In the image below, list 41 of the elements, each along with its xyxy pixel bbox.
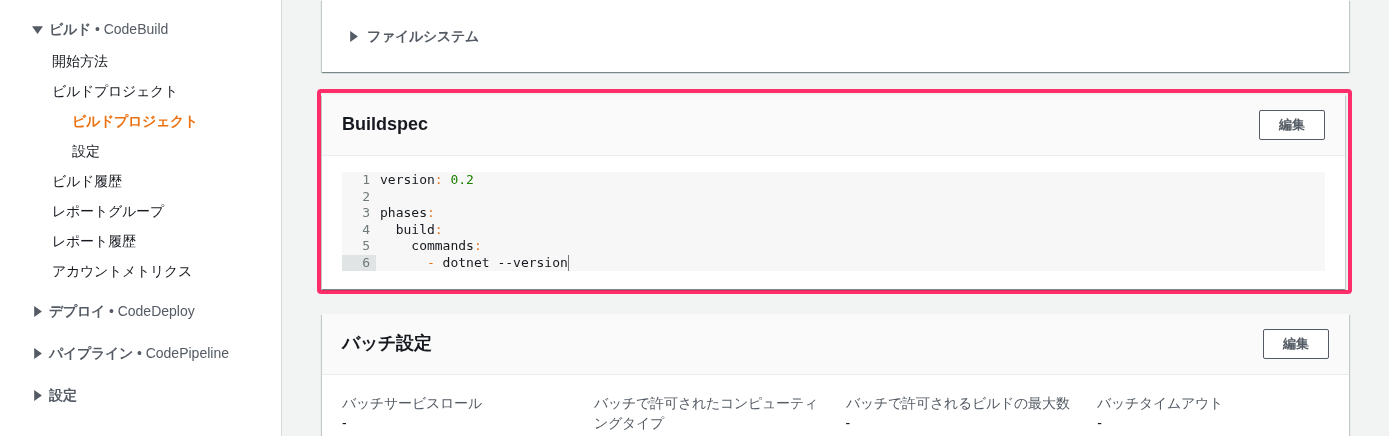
- section-toggle[interactable]: ファイルシステム: [367, 25, 479, 47]
- nav-link[interactable]: ビルドプロジェクト: [32, 76, 178, 106]
- line-number: 4: [361, 221, 371, 238]
- nav-section-title[interactable]: ビルド • CodeBuild: [49, 18, 169, 40]
- nav-section-title[interactable]: デプロイ • CodeDeploy: [49, 300, 195, 322]
- edit-button[interactable]: 編集: [1259, 110, 1325, 140]
- field-label: バッチで許可されたコンピューティングタイプ: [593, 394, 819, 433]
- field-label: バッチタイムアウト: [1097, 394, 1225, 413]
- field-label: バッチサービスロール: [342, 394, 483, 413]
- panel-title: バッチ設定: [342, 333, 432, 355]
- nav-link[interactable]: アカウントメトリクス: [32, 256, 192, 286]
- caret-down-icon[interactable]: [32, 23, 43, 35]
- code-line: version: 0.2: [380, 172, 474, 189]
- nav-link[interactable]: 開始方法: [32, 46, 108, 76]
- edit-button[interactable]: 編集: [1263, 329, 1329, 359]
- line-number: 5: [361, 238, 371, 255]
- caret-right-icon[interactable]: [32, 347, 43, 359]
- code-line: commands:: [410, 238, 482, 255]
- field-value: -: [342, 414, 348, 433]
- line-number: 3: [361, 205, 371, 222]
- code-line: phases:: [380, 205, 435, 222]
- nav-section-title[interactable]: 設定: [49, 384, 77, 406]
- field-value: -: [845, 414, 852, 433]
- line-number: 6: [342, 254, 376, 271]
- nav-link[interactable]: ビルド履歴: [32, 166, 122, 196]
- nav-link[interactable]: レポート履歴: [32, 226, 136, 256]
- code-line: - dotnet --version: [425, 254, 568, 271]
- panel-title: Buildspec: [342, 114, 429, 136]
- field-label: バッチで許可されるビルドの最大数: [845, 394, 1071, 413]
- caret-right-icon[interactable]: [32, 305, 43, 317]
- text-cursor: [567, 254, 569, 271]
- caret-right-icon[interactable]: [348, 30, 359, 42]
- nav-link[interactable]: 設定: [32, 136, 100, 166]
- code-editor[interactable]: 1 version: 0.2 2 3 phases: 4 build: 5 commands: 6 - dotnet --version: [342, 172, 1325, 271]
- field-value: -: [1097, 414, 1103, 433]
- line-number: 1: [361, 172, 371, 189]
- nav-link[interactable]: レポートグループ: [32, 196, 164, 226]
- line-number: 2: [361, 188, 371, 205]
- code-line: build:: [394, 221, 443, 238]
- nav-section-title[interactable]: パイプライン • CodePipeline: [49, 342, 229, 364]
- caret-right-icon[interactable]: [32, 389, 43, 401]
